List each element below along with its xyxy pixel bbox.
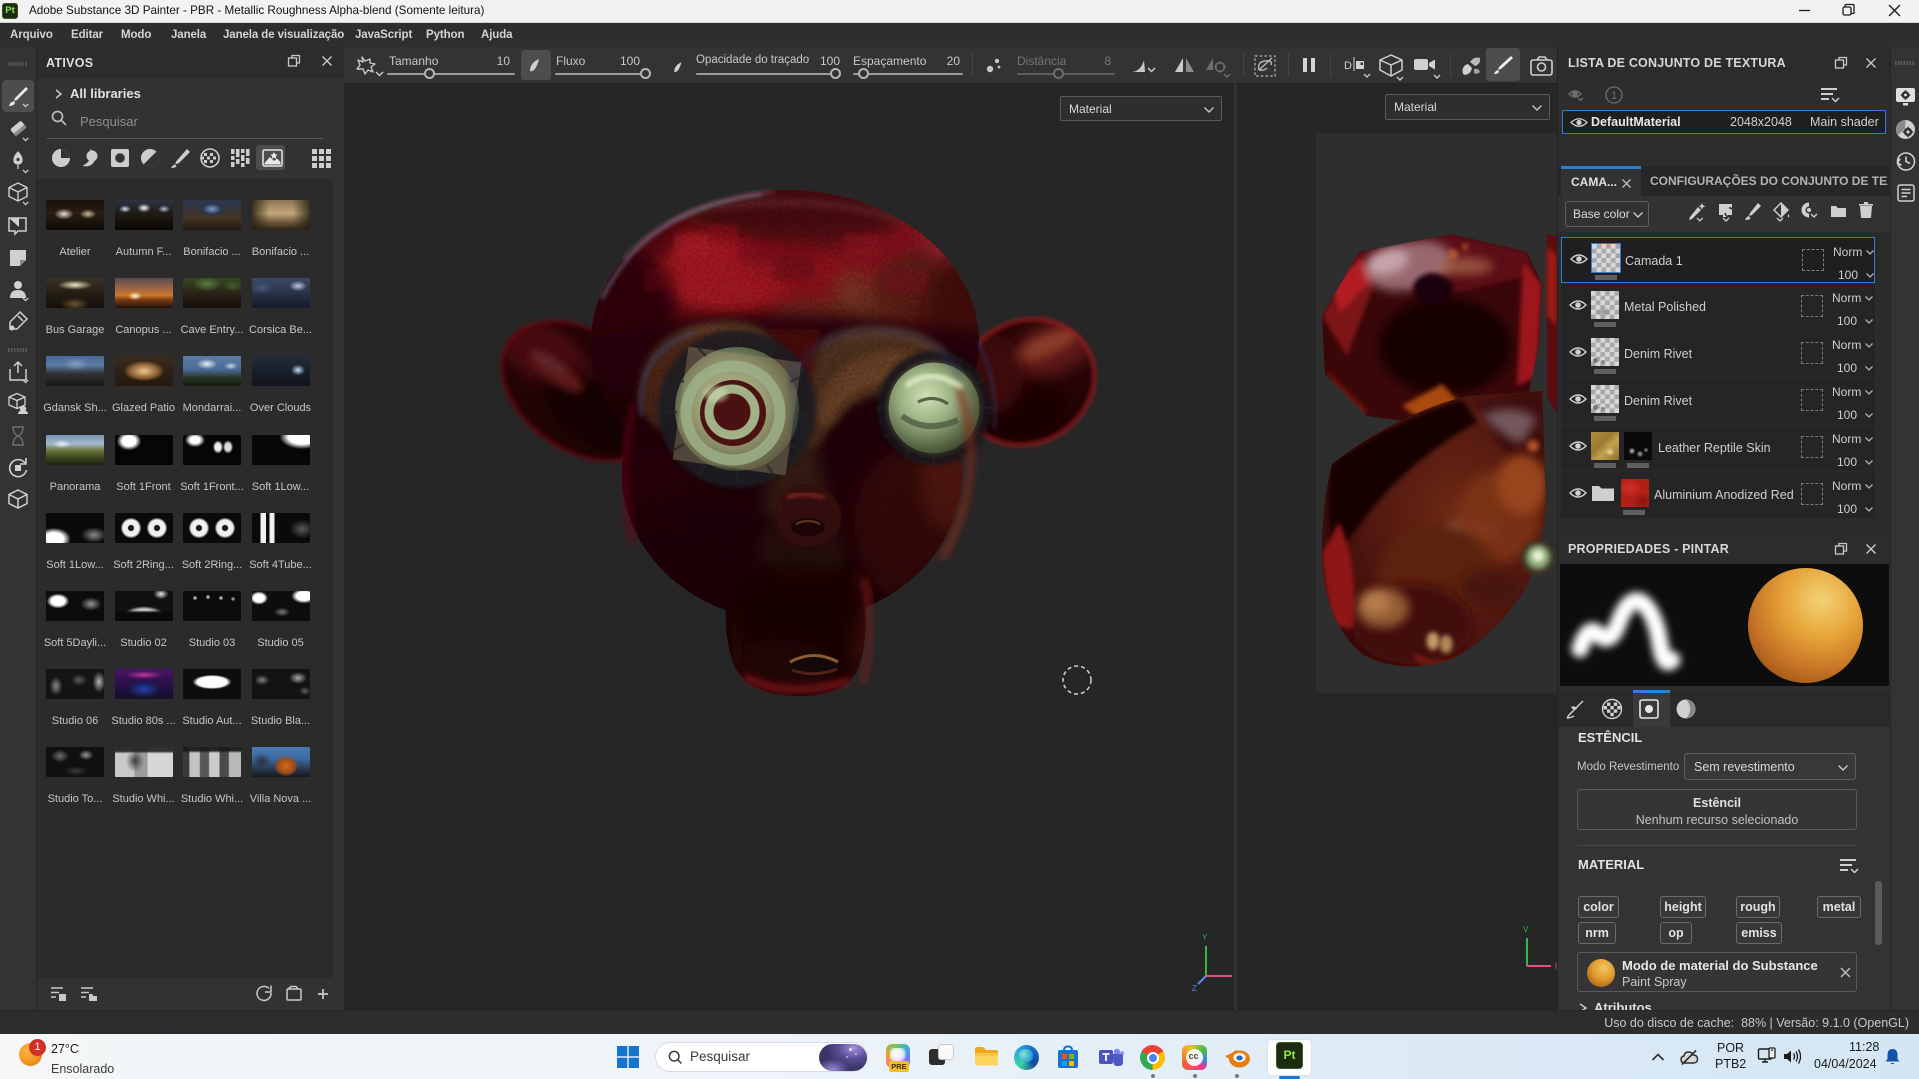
svg-text:V: V: [1523, 925, 1529, 934]
svg-text:Z: Z: [1192, 984, 1197, 993]
svg-text:Y: Y: [1202, 933, 1208, 942]
svg-text:D: D: [1344, 60, 1352, 72]
svg-text:1: 1: [1611, 90, 1617, 102]
